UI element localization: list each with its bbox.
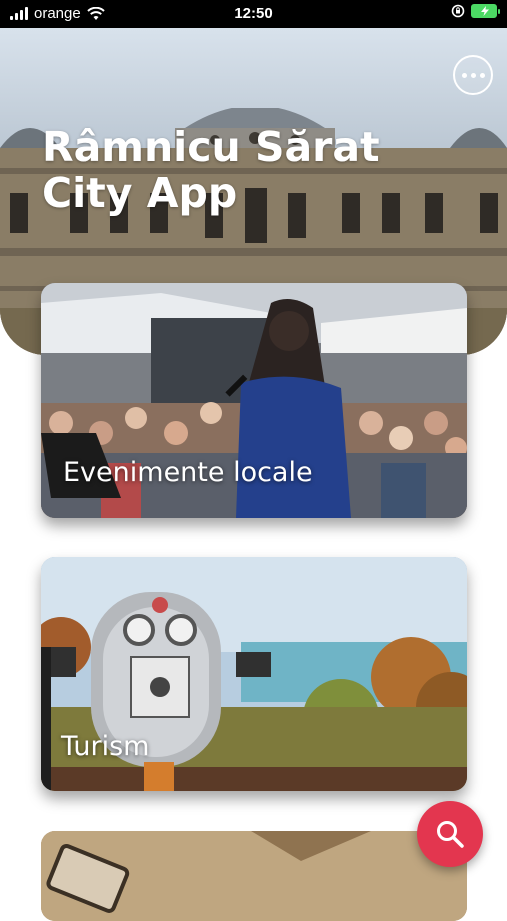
more-options-button[interactable] <box>453 55 493 95</box>
search-button[interactable] <box>417 801 483 867</box>
status-time: 12:50 <box>234 5 273 22</box>
orientation-lock-icon <box>451 4 465 18</box>
battery-icon <box>471 4 500 18</box>
tourism-card-label: Turism <box>61 731 150 762</box>
third-category-card[interactable] <box>41 831 467 921</box>
third-category-photo <box>41 831 467 921</box>
events-card[interactable]: Evenimente locale <box>41 283 467 518</box>
search-icon <box>437 821 464 848</box>
tourism-card[interactable]: Turism <box>41 557 467 791</box>
app-title: Râmnicu Sărat City App <box>42 123 380 217</box>
status-bar: orange 12:50 <box>0 0 507 28</box>
more-horizontal-icon <box>461 72 467 78</box>
events-card-label: Evenimente locale <box>63 457 313 488</box>
